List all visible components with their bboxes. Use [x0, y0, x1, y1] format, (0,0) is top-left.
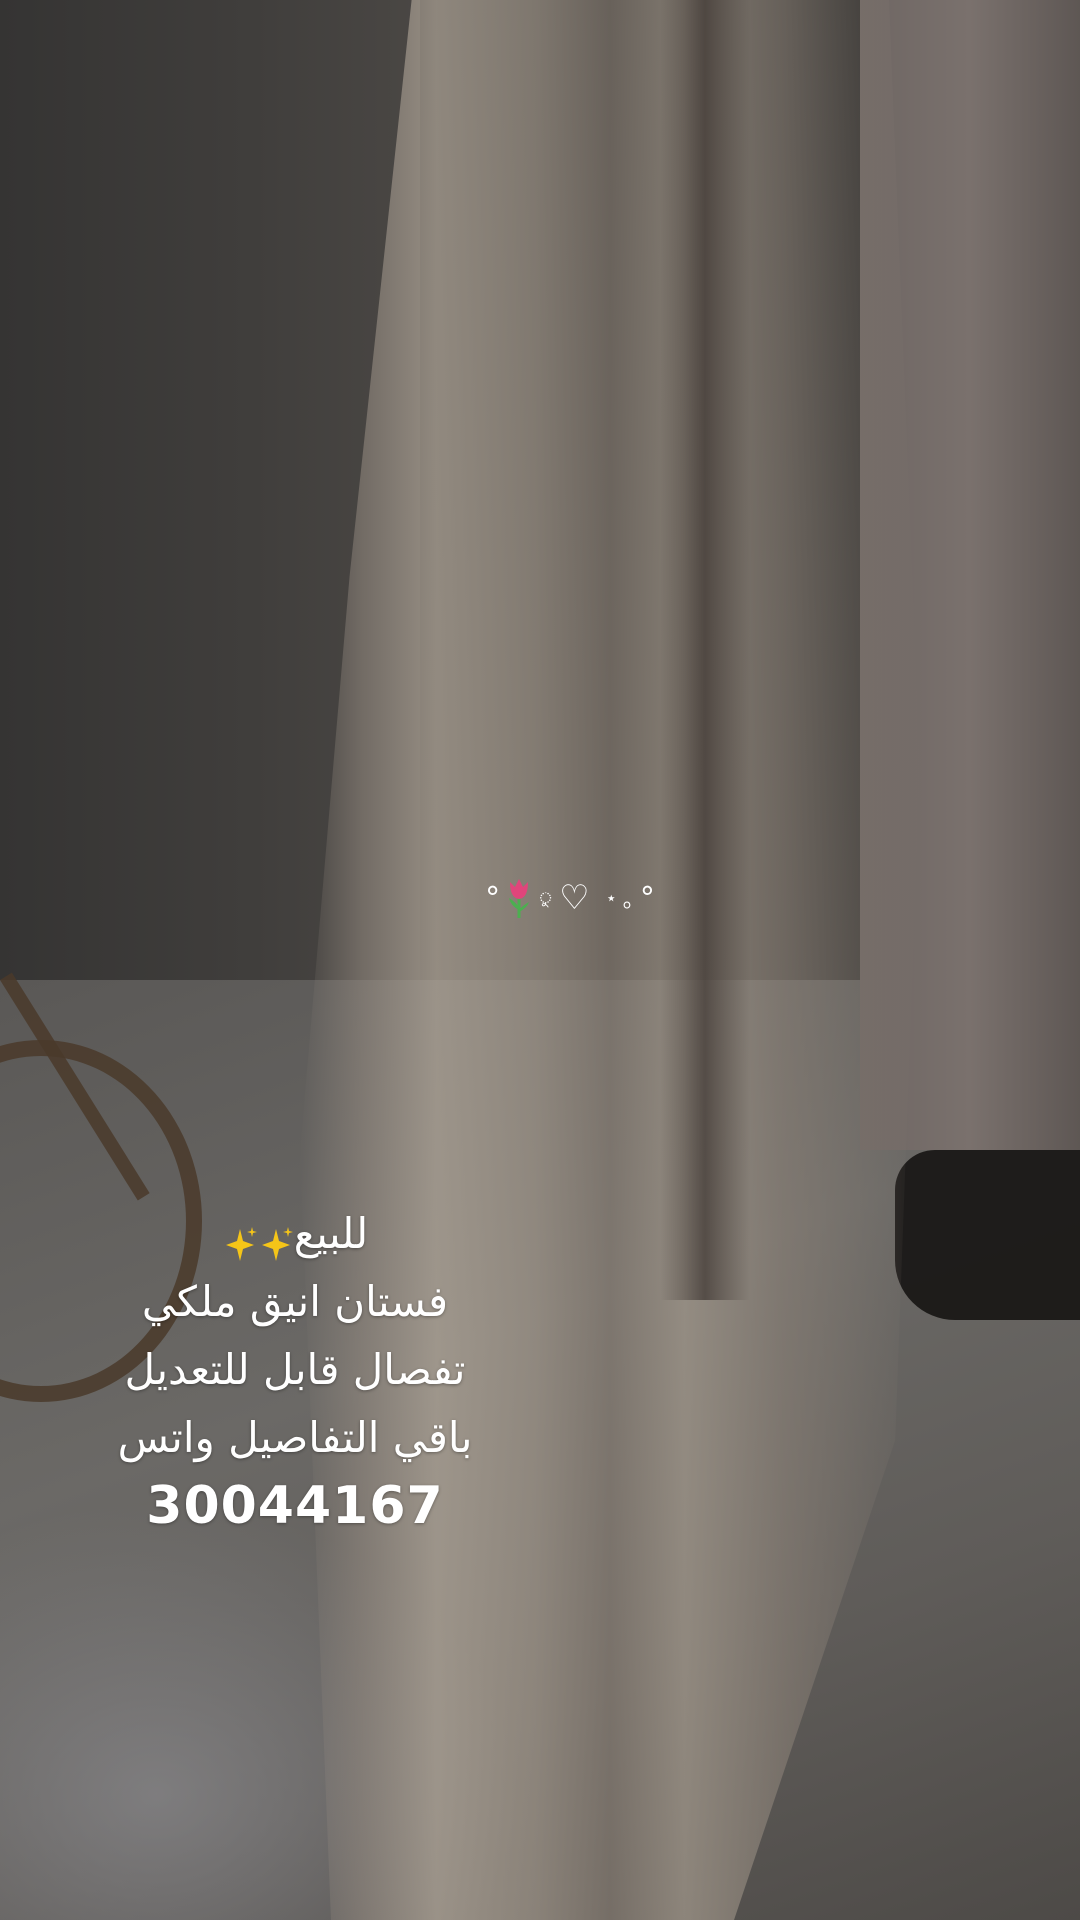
- caption-phone-number[interactable]: 30044167: [60, 1472, 530, 1540]
- deco-left-mark: °: [485, 880, 501, 916]
- story-frame: ° ু ♡ ⋆ ｡ ° للبيع فستان انيق ملكي تفصال …: [0, 0, 1080, 1920]
- caption-line-sale: للبيع: [60, 1200, 530, 1268]
- caption-line-dress: فستان انيق ملكي: [141, 1277, 449, 1326]
- caption-sale-label: للبيع: [293, 1209, 369, 1258]
- deco-small-mark: ু: [538, 887, 554, 907]
- deco-right-mark: °: [639, 880, 655, 916]
- dark-object: [895, 1150, 1080, 1320]
- decoration-sticker: ° ু ♡ ⋆ ｡ °: [470, 868, 670, 928]
- caption-line-tailoring: تفصال قابل للتعديل: [124, 1345, 466, 1394]
- star-icon: ⋆: [605, 887, 617, 909]
- caption-text-block: للبيع فستان انيق ملكي تفصال قابل للتعديل…: [60, 1200, 530, 1540]
- dress-fold-shadow: [660, 0, 750, 1300]
- sparkles-icon: [258, 1217, 294, 1261]
- sparkles-icon: [222, 1217, 258, 1261]
- tulip-icon: [506, 876, 532, 920]
- dress-tulle-fabric: [300, 0, 920, 1920]
- caption-line-details: باقي التفاصيل واتس: [117, 1413, 473, 1462]
- heart-icon: ♡: [559, 878, 590, 918]
- deco-circle-mark: ｡: [622, 888, 634, 913]
